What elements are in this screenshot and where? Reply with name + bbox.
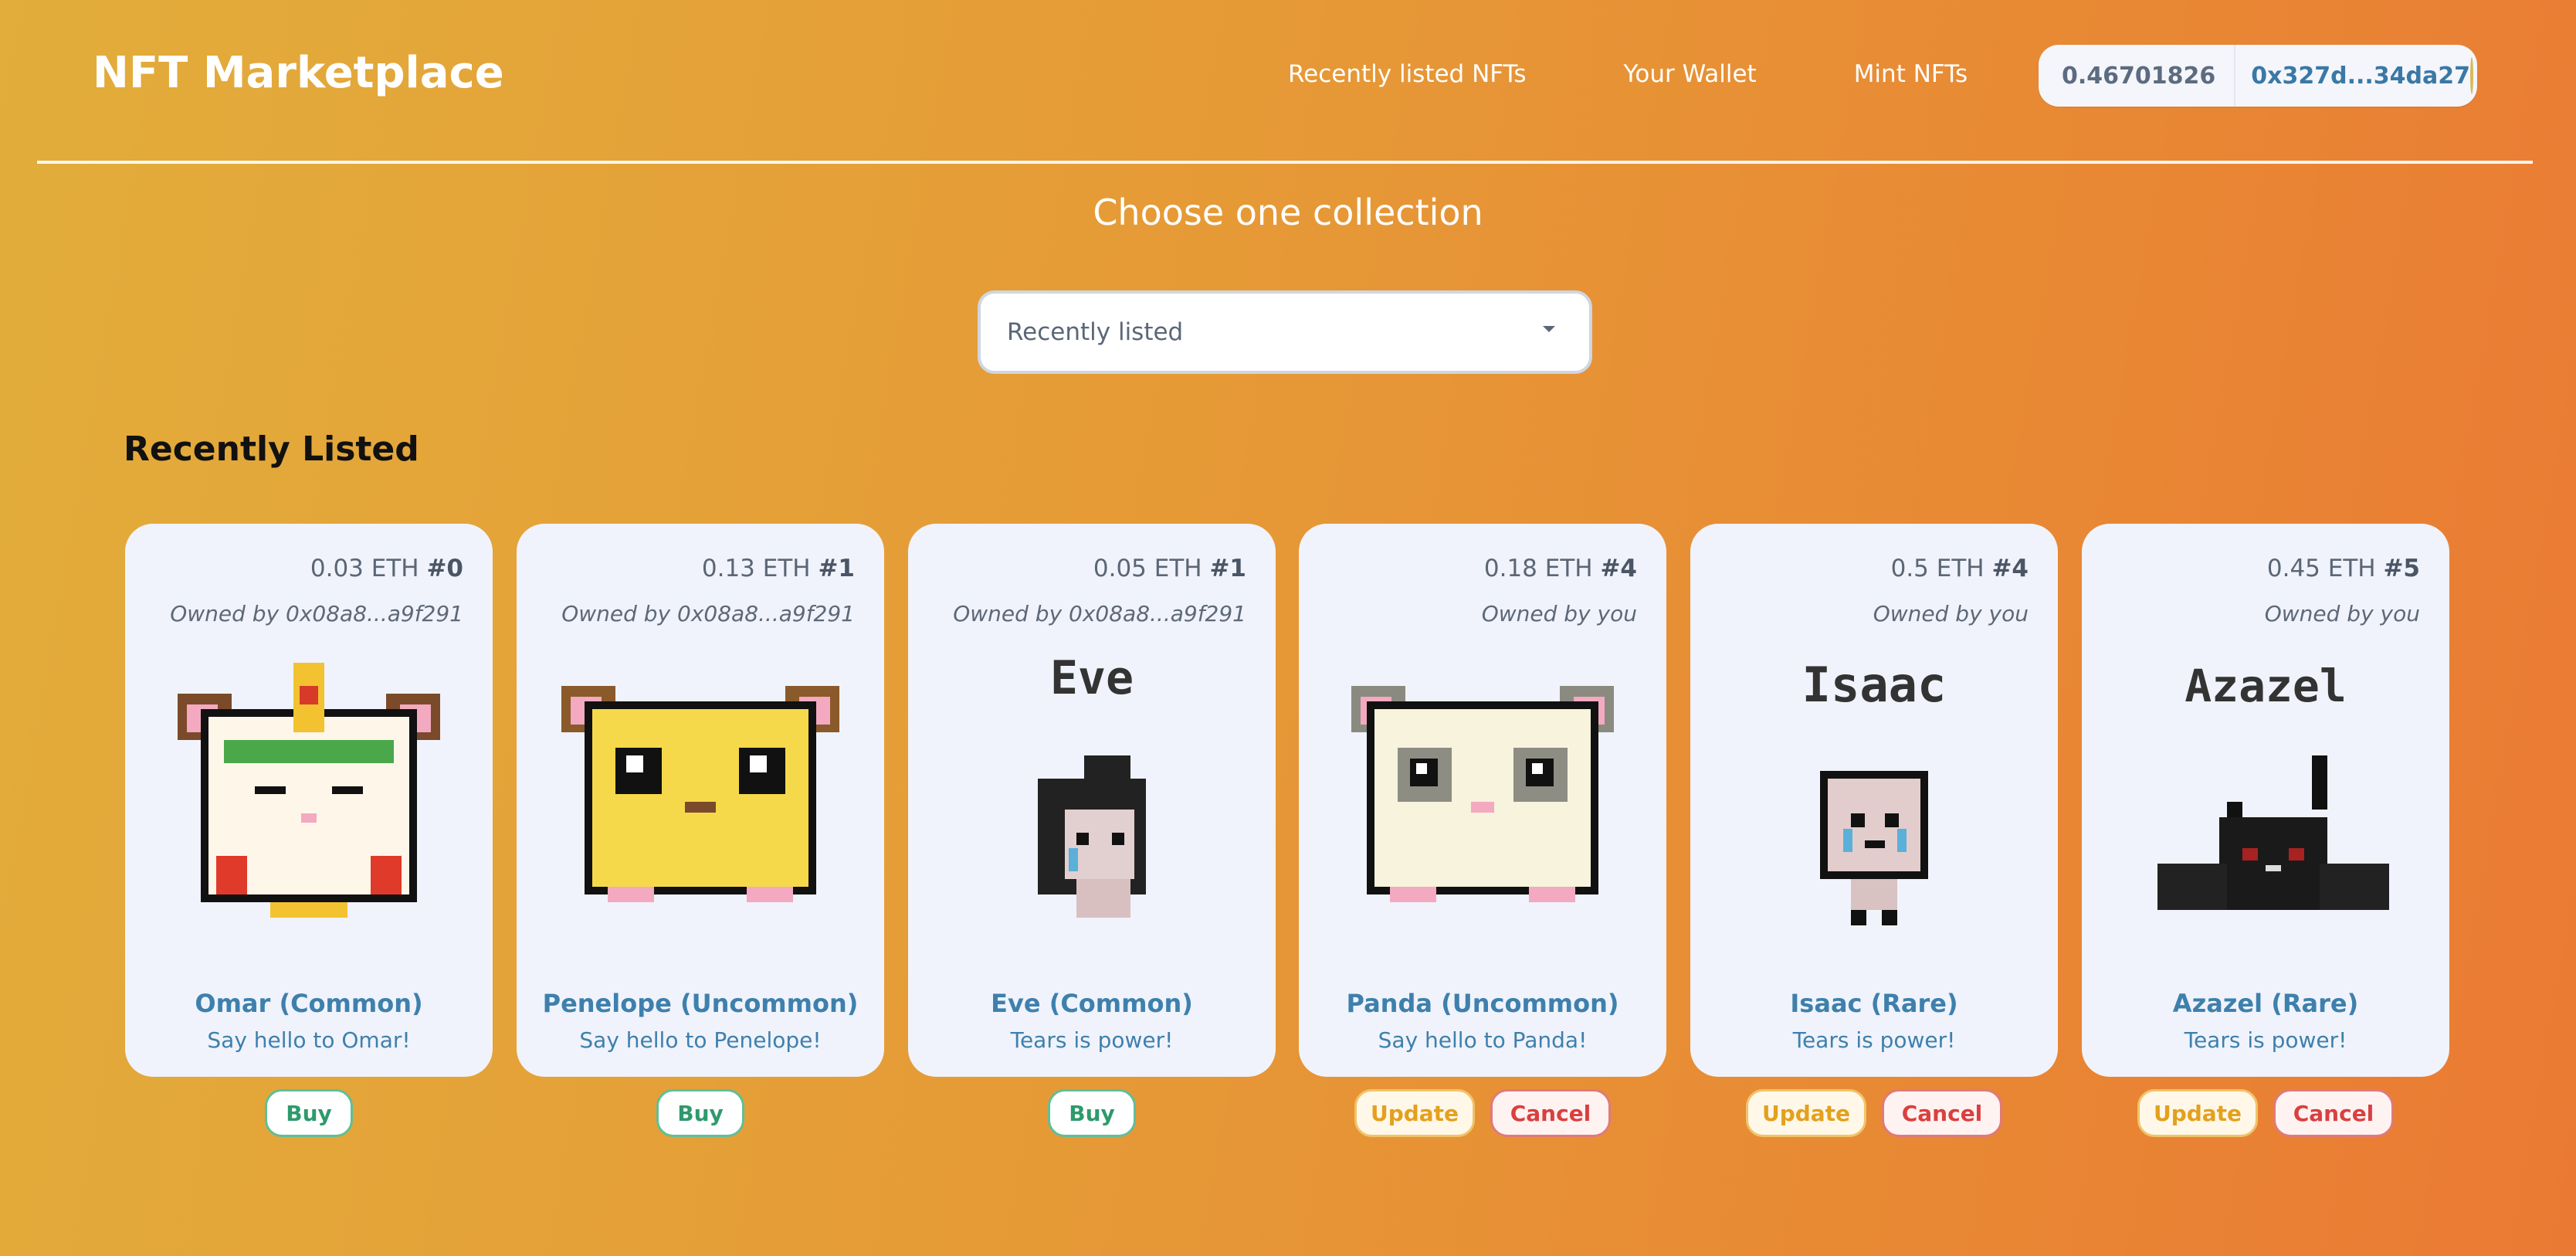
buy-button[interactable]: Buy bbox=[265, 1089, 353, 1137]
collection-select[interactable]: Recently listed bbox=[978, 290, 1592, 374]
nft-description: Tears is power! bbox=[1792, 1027, 1956, 1053]
nft-title: Isaac (Rare) bbox=[1790, 989, 1958, 1018]
wallet-connect-button[interactable]: 0.46701826 0x327d...34da27 bbox=[2039, 45, 2477, 107]
nft-token-id: #0 bbox=[426, 555, 463, 582]
hamster-omar-icon bbox=[178, 663, 440, 918]
nft-price: 0.03 ETH bbox=[310, 555, 419, 582]
nft-owner: Owned by 0x08a8...a9f291 bbox=[561, 601, 855, 626]
nft-price: 0.13 ETH bbox=[701, 555, 811, 582]
card-actions: Buy bbox=[125, 1089, 493, 1137]
nft-token-id: #4 bbox=[1991, 555, 2029, 582]
wallet-balance: 0.46701826 bbox=[2039, 45, 2236, 107]
nft-title: Azazel (Rare) bbox=[2172, 989, 2359, 1018]
nft-card[interactable]: 0.18 ETH #4 Owned by you Panda (Uncommon… bbox=[1299, 524, 1666, 1077]
nav-your-wallet[interactable]: Your Wallet bbox=[1624, 60, 1757, 88]
nft-card[interactable]: 0.45 ETH #5 Owned by you Azazel Azazel (… bbox=[2082, 524, 2449, 1077]
wallet-avatar-icon bbox=[2470, 57, 2473, 94]
update-button[interactable]: Update bbox=[2137, 1089, 2258, 1137]
nft-token-id: #1 bbox=[1209, 555, 1246, 582]
section-title: Recently Listed bbox=[124, 429, 419, 469]
nft-owner: Owned by 0x08a8...a9f291 bbox=[953, 601, 1246, 626]
nft-title: Penelope (Uncommon) bbox=[542, 989, 859, 1018]
nft-title: Omar (Common) bbox=[195, 989, 423, 1018]
nft-description: Say hello to Penelope! bbox=[579, 1027, 822, 1053]
card-actions: Buy bbox=[517, 1089, 884, 1137]
nav-recently-listed[interactable]: Recently listed NFTs bbox=[1288, 60, 1527, 88]
nft-card[interactable]: 0.03 ETH #0 Owned by 0x08a8...a9f291 Oma… bbox=[125, 524, 493, 1077]
nft-description: Say hello to Omar! bbox=[207, 1027, 411, 1053]
header-divider bbox=[37, 161, 2533, 164]
nft-owner: Owned by you bbox=[1873, 601, 2029, 626]
nft-title: Eve (Common) bbox=[991, 989, 1193, 1018]
nft-description: Tears is power! bbox=[2184, 1027, 2347, 1053]
card-actions: Update Cancel bbox=[1299, 1089, 1666, 1137]
nft-token-id: #5 bbox=[2383, 555, 2420, 582]
character-eve-icon: Eve bbox=[1038, 655, 1146, 918]
nft-price: 0.18 ETH bbox=[1483, 555, 1593, 582]
nft-card[interactable]: 0.13 ETH #1 Owned by 0x08a8...a9f291 Pen… bbox=[517, 524, 884, 1077]
nft-price: 0.05 ETH bbox=[1093, 555, 1202, 582]
nft-price: 0.45 ETH bbox=[2266, 555, 2376, 582]
cancel-button[interactable]: Cancel bbox=[2273, 1089, 2394, 1137]
art-caption: Isaac bbox=[1802, 657, 1947, 713]
collection-heading: Choose one collection bbox=[1093, 192, 1483, 233]
top-nav: Recently listed NFTs Your Wallet Mint NF… bbox=[1288, 60, 1968, 88]
update-button[interactable]: Update bbox=[1354, 1089, 1475, 1137]
card-actions: Update Cancel bbox=[1690, 1089, 2058, 1137]
art-caption: Eve bbox=[1050, 655, 1134, 705]
chevron-down-icon bbox=[1543, 326, 1555, 332]
buy-button[interactable]: Buy bbox=[1048, 1089, 1136, 1137]
art-caption: Azazel bbox=[2185, 660, 2347, 712]
nft-description: Tears is power! bbox=[1010, 1027, 1174, 1053]
brand-logo[interactable]: NFT Marketplace bbox=[93, 48, 504, 98]
card-actions: Update Cancel bbox=[2082, 1089, 2449, 1137]
cancel-button[interactable]: Cancel bbox=[1490, 1089, 1611, 1137]
card-actions: Buy bbox=[908, 1089, 1276, 1137]
nft-owner: Owned by you bbox=[2264, 601, 2420, 626]
nft-price: 0.5 ETH bbox=[1890, 555, 1985, 582]
nft-owner: Owned by 0x08a8...a9f291 bbox=[170, 601, 463, 626]
nft-card[interactable]: 0.05 ETH #1 Owned by 0x08a8...a9f291 Eve… bbox=[908, 524, 1276, 1077]
character-isaac-icon: Isaac bbox=[1802, 657, 1947, 925]
buy-button[interactable]: Buy bbox=[656, 1089, 744, 1137]
cancel-button[interactable]: Cancel bbox=[1882, 1089, 2002, 1137]
hamster-panda-icon bbox=[1351, 686, 1614, 902]
character-azazel-icon: Azazel bbox=[2157, 660, 2389, 910]
nav-mint-nfts[interactable]: Mint NFTs bbox=[1854, 60, 1968, 88]
nft-token-id: #1 bbox=[818, 555, 855, 582]
update-button[interactable]: Update bbox=[1746, 1089, 1866, 1137]
nft-token-id: #4 bbox=[1600, 555, 1637, 582]
nft-title: Panda (Uncommon) bbox=[1346, 989, 1619, 1018]
hamster-penelope-icon bbox=[561, 686, 839, 902]
nft-card[interactable]: 0.5 ETH #4 Owned by you Isaac Isaac (Rar… bbox=[1690, 524, 2058, 1077]
nft-description: Say hello to Panda! bbox=[1378, 1027, 1588, 1053]
wallet-address: 0x327d...34da27 bbox=[2251, 62, 2470, 90]
collection-select-value: Recently listed bbox=[1007, 318, 1184, 346]
nft-owner: Owned by you bbox=[1481, 601, 1637, 626]
